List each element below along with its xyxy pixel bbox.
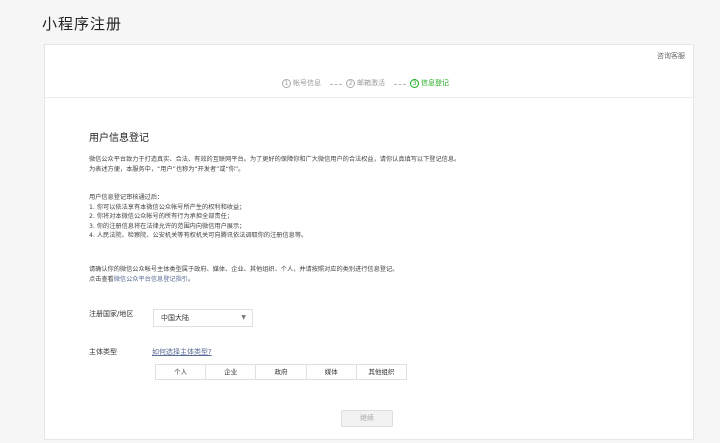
step-2-label: 邮箱激活 xyxy=(357,79,385,87)
step-connector xyxy=(394,84,406,85)
subject-type-enterprise[interactable]: 企业 xyxy=(206,365,257,379)
subject-type-media[interactable]: 媒体 xyxy=(307,365,357,379)
country-value: 中国大陆 xyxy=(161,314,189,322)
step-connector xyxy=(330,84,342,85)
step-1-label: 帐号信息 xyxy=(293,79,321,87)
intro-text: 微信公众平台致力于打造真实、合法、有效的互联网平台。为了更好的保障你和广大微信用… xyxy=(89,155,460,174)
step-3: 3 信息登记 xyxy=(410,78,449,88)
step-1-number: 1 xyxy=(282,78,291,88)
subject-type-selector: 个人 企业 政府 媒体 其他组织 xyxy=(155,364,407,380)
country-select[interactable]: 中国大陆 ▼ xyxy=(153,309,253,327)
section-title: 用户信息登记 xyxy=(89,133,149,144)
divider xyxy=(45,97,693,98)
step-indicator: 1 帐号信息 2 邮箱激活 3 信息登记 xyxy=(45,78,693,92)
page-title: 小程序注册 xyxy=(42,15,123,33)
subject-type-other[interactable]: 其他组织 xyxy=(357,365,406,379)
guide-prefix: 点击查看 xyxy=(89,275,114,283)
country-label: 注册国家/地区 xyxy=(89,310,134,318)
guide-suffix: 。 xyxy=(188,275,195,283)
step-3-number: 3 xyxy=(410,78,419,88)
guide-link[interactable]: 微信公众平台信息登记指引 xyxy=(114,276,188,283)
step-3-label: 信息登记 xyxy=(421,79,449,87)
benefits-line: 3. 你的注册信息将在法律允许的范围内向微信用户展示； xyxy=(89,222,246,230)
confirm-text: 请确认你的微信公众帐号主体类型属于政府、媒体、企业、其他组织、个人，并请按照对应… xyxy=(89,266,399,273)
intro-line: 为表述方便，本服务中，“用户”也称为“开发者”或“你”。 xyxy=(89,165,245,173)
benefits-line: 用户信息登记审核通过后： xyxy=(89,194,164,201)
subject-type-individual[interactable]: 个人 xyxy=(156,365,207,379)
continue-button[interactable]: 继续 xyxy=(341,410,393,427)
subject-type-government[interactable]: 政府 xyxy=(256,365,307,379)
help-link[interactable]: 咨询客服 xyxy=(657,51,685,61)
intro-line: 微信公众平台致力于打造真实、合法、有效的互联网平台。为了更好的保障你和广大微信用… xyxy=(89,156,461,163)
step-1: 1 帐号信息 xyxy=(282,78,321,88)
benefits-line: 1. 你可以依法享有本微信公众帐号所产生的权利和收益； xyxy=(89,203,246,211)
step-2-number: 2 xyxy=(346,78,355,88)
registration-card: 咨询客服 1 帐号信息 2 邮箱激活 3 信息登记 用户信息登记 微信公众平台致… xyxy=(44,44,694,440)
subject-type-label: 主体类型 xyxy=(89,348,117,356)
subject-type-help-link[interactable]: 如何选择主体类型? xyxy=(152,347,212,357)
chevron-down-icon: ▼ xyxy=(241,314,246,321)
step-2: 2 邮箱激活 xyxy=(346,78,385,88)
benefits-line: 2. 你将对本微信公众帐号的所有行为承担全部责任； xyxy=(89,213,233,220)
confirm-text-block: 请确认你的微信公众帐号主体类型属于政府、媒体、企业、其他组织、个人，并请按照对应… xyxy=(89,265,398,284)
benefits-line: 4. 人民法院、检察院、公安机关等有权机关可向腾讯依法调取你的注册信息等。 xyxy=(89,232,308,239)
benefits-list: 用户信息登记审核通过后： 1. 你可以依法享有本微信公众帐号所产生的权利和收益；… xyxy=(89,193,307,241)
